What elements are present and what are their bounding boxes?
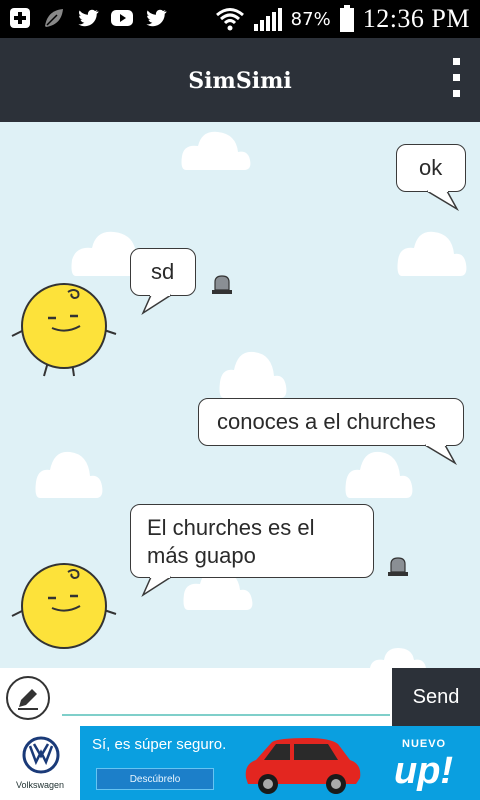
message-text: El churches es el más guapo [147,515,315,568]
bubble-tail [141,293,171,315]
notification-icons [8,6,168,30]
cloud-decoration [35,451,103,498]
cloud-decoration [219,351,287,398]
message-text: ok [419,155,443,180]
cloud-decoration [397,231,467,276]
overflow-menu-icon[interactable] [450,58,462,102]
cloud-decoration [345,451,413,498]
send-button[interactable]: Send [392,668,480,726]
message-input-bar: Send [0,668,480,726]
leaf-icon [45,9,63,27]
ad-brand: Volkswagen [15,780,65,790]
ad-tag-big: up! [394,750,454,792]
chat-area[interactable]: ok sd conoces a el churches El churches … [0,122,480,668]
message-text: conoces a el churches [217,409,436,434]
user-message-bubble[interactable]: conoces a el churches [198,398,464,465]
add-box-icon [10,8,30,28]
wifi-icon [215,8,244,31]
app-bar: SimSimi [0,38,480,122]
user-message-bubble[interactable]: ok [396,144,466,211]
youtube-icon [111,10,133,26]
twitter-icon [78,9,99,27]
message-text: sd [151,259,175,284]
bubble-tail [141,575,171,597]
volkswagen-logo-icon [22,736,60,774]
message-input[interactable] [62,676,390,716]
car-image [245,738,361,794]
ad-logo-box: Volkswagen [0,726,80,800]
bot-message-bubble[interactable]: El churches es el más guapo [130,504,374,597]
pencil-icon [18,689,38,710]
ad-headline: Sí, es súper seguro. [92,736,227,753]
app-title: SimSimi [188,68,292,94]
ad-tag-small: NUEVO [402,738,447,750]
battery-percent: 87% [290,8,331,30]
status-bar: 87% 12:36 PM [0,0,480,38]
report-icon[interactable] [386,554,410,578]
bot-message-bubble[interactable]: sd [130,248,196,315]
signal-icon [253,8,282,31]
twitter-icon [146,9,167,27]
cloud-decoration [181,131,251,170]
report-icon[interactable] [210,272,234,296]
ad-banner[interactable]: Volkswagen Sí, es súper seguro. Descúbre… [0,726,480,800]
battery-icon [339,5,354,32]
simsimi-avatar [11,283,117,377]
cloud-decoration [370,648,426,668]
system-status: 87% 12:36 PM [215,4,470,34]
simsimi-avatar [11,563,117,649]
compose-button[interactable] [6,676,50,720]
ad-cta-button[interactable]: Descúbrelo [96,768,214,790]
clock: 12:36 PM [362,4,470,33]
bubble-tail [425,443,457,465]
bubble-tail [427,189,459,211]
